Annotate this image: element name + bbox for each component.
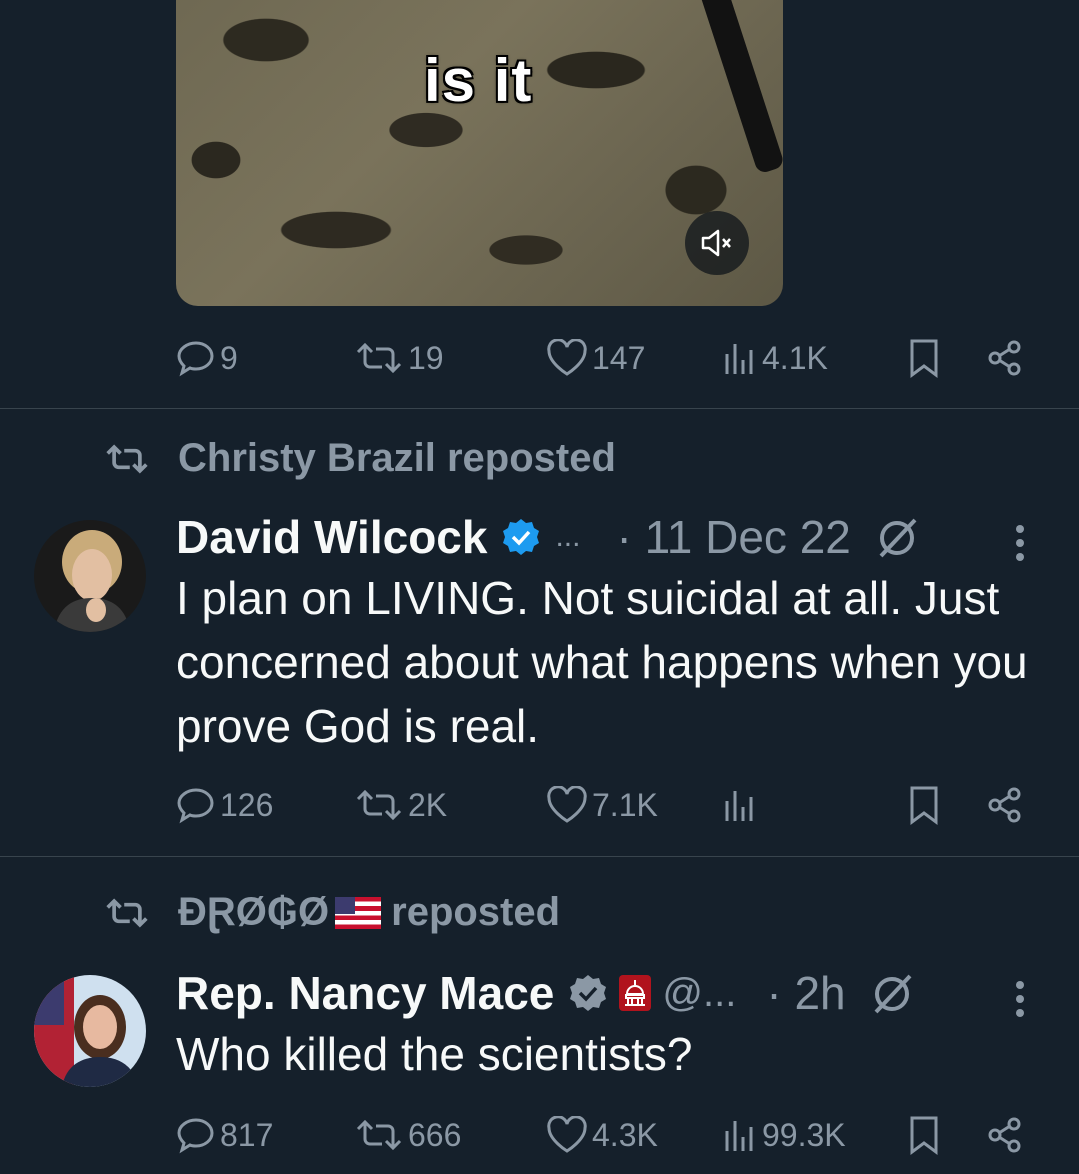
- reply-button[interactable]: 126: [176, 780, 273, 830]
- reply-count: 9: [220, 339, 238, 376]
- views-icon: [725, 344, 753, 374]
- bookmark-icon: [910, 1116, 938, 1155]
- tweet-text: I plan on LIVING. Not suicidal at all. J…: [176, 572, 1028, 752]
- repost-icon: [356, 342, 402, 374]
- reply-count: 817: [220, 1116, 274, 1153]
- verified-badge-icon: [503, 519, 540, 555]
- bookmark-button[interactable]: [908, 333, 940, 383]
- share-button[interactable]: [986, 1110, 1024, 1160]
- views-icon: [725, 1121, 753, 1151]
- like-button[interactable]: 147: [546, 333, 645, 383]
- views-icon: [725, 791, 753, 821]
- repost-count: 666: [408, 1116, 462, 1153]
- author-name[interactable]: Rep. Nancy Mace: [176, 966, 554, 1020]
- repost-icon: [356, 789, 402, 821]
- repost-button[interactable]: 666: [354, 1110, 461, 1160]
- reply-button[interactable]: 817: [176, 1110, 273, 1160]
- heart-icon: [547, 339, 587, 376]
- share-button[interactable]: [986, 333, 1024, 383]
- divider: [0, 408, 1079, 409]
- tweet-time[interactable]: · 11 Dec 22: [616, 510, 850, 564]
- repost-count: 19: [408, 339, 444, 376]
- video-player[interactable]: is it: [176, 0, 783, 306]
- heart-icon: [547, 786, 587, 823]
- repost-suffix: reposted: [391, 890, 561, 934]
- more-options-icon[interactable]: [1016, 525, 1024, 561]
- repost-button[interactable]: 19: [354, 333, 444, 383]
- tweet-header: David Wilcock ... · 11 Dec 22: [176, 510, 921, 564]
- views-button[interactable]: [724, 780, 762, 830]
- bookmark-icon: [910, 786, 938, 825]
- mute-button[interactable]: [685, 211, 749, 275]
- divider: [0, 856, 1079, 857]
- us-flag-icon: [335, 896, 382, 929]
- like-button[interactable]: 7.1K: [546, 780, 658, 830]
- reply-icon: [177, 341, 214, 377]
- grok-icon[interactable]: [870, 970, 916, 1016]
- share-button[interactable]: [986, 780, 1024, 830]
- speaker-muted-icon: [701, 229, 731, 257]
- repost-button[interactable]: 2K: [354, 780, 447, 830]
- reply-count: 126: [220, 786, 274, 823]
- microphone-arm: [696, 0, 783, 175]
- like-count: 147: [592, 339, 646, 376]
- tweet-actions: 817 666 4.3K 99.3K: [176, 1110, 1036, 1160]
- share-icon: [988, 1117, 1021, 1153]
- author-handle[interactable]: ...: [555, 520, 580, 554]
- repost-icon: [106, 443, 148, 474]
- like-count: 7.1K: [592, 786, 658, 823]
- repost-icon: [356, 1119, 402, 1151]
- author-name[interactable]: David Wilcock: [176, 510, 487, 564]
- video-caption: is it: [424, 47, 533, 114]
- grok-icon[interactable]: [875, 514, 921, 560]
- verified-badge-icon: [570, 975, 607, 1011]
- author-handle[interactable]: @...: [662, 971, 736, 1016]
- heart-icon: [547, 1116, 587, 1153]
- repost-attribution-text: Christy Brazil reposted: [178, 436, 616, 480]
- tweet-actions: 126 2K 7.1K: [176, 780, 1036, 830]
- tweet-header: Rep. Nancy Mace @... · 2h: [176, 966, 916, 1020]
- views-button[interactable]: 99.3K: [724, 1110, 846, 1160]
- view-count: 99.3K: [762, 1116, 846, 1153]
- bookmark-button[interactable]: [908, 780, 940, 830]
- share-icon: [988, 340, 1021, 376]
- more-options-icon[interactable]: [1016, 981, 1024, 1017]
- share-icon: [988, 787, 1021, 823]
- views-button[interactable]: 4.1K: [724, 333, 828, 383]
- avatar-image: [34, 520, 146, 632]
- tweet-time[interactable]: · 2h: [766, 966, 845, 1020]
- like-button[interactable]: 4.3K: [546, 1110, 658, 1160]
- repost-count: 2K: [408, 786, 448, 823]
- avatar[interactable]: [34, 975, 146, 1087]
- like-count: 4.3K: [592, 1116, 658, 1153]
- reply-button[interactable]: 9: [176, 333, 238, 383]
- repost-attribution[interactable]: ĐⱤØ₲Ø reposted: [104, 890, 560, 935]
- view-count: 4.1K: [762, 339, 828, 376]
- tweet-actions: 9 19 147 4.1K: [176, 333, 1036, 383]
- government-affiliation-badge-icon: [619, 975, 652, 1011]
- bookmark-icon: [910, 339, 938, 378]
- repost-attribution[interactable]: Christy Brazil reposted: [104, 436, 616, 481]
- avatar[interactable]: [34, 520, 146, 632]
- reply-icon: [177, 788, 214, 824]
- bookmark-button[interactable]: [908, 1110, 940, 1160]
- repost-icon: [106, 897, 148, 928]
- tweet-text: Who killed the scientists?: [176, 1028, 693, 1080]
- reply-icon: [177, 1118, 214, 1154]
- reposter-name: ĐⱤØ₲Ø: [178, 890, 330, 934]
- avatar-image: [34, 975, 146, 1087]
